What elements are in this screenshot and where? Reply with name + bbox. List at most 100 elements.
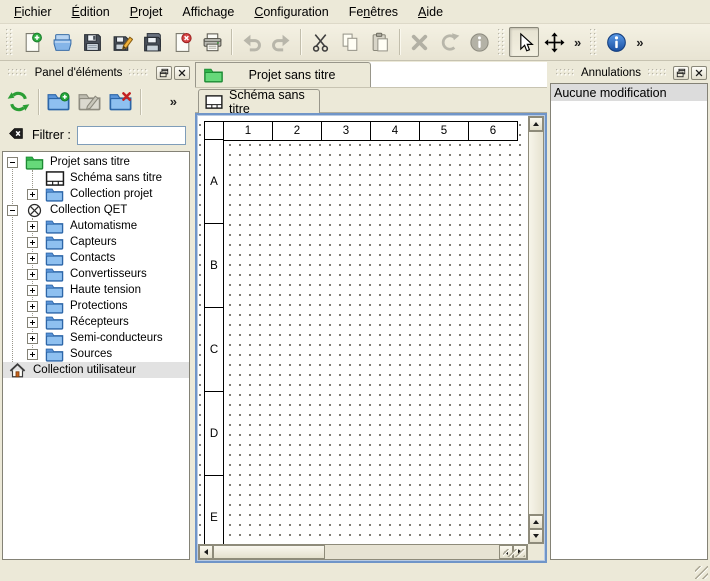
close-document-button[interactable] [167, 27, 197, 57]
menu-fenetres[interactable]: Fenêtres [339, 2, 408, 22]
about-qet-button[interactable] [601, 27, 631, 57]
scroll-left-button[interactable] [199, 545, 213, 559]
tree-item-collection-qet[interactable]: Collection QET [3, 202, 189, 218]
scroll-up-button[interactable] [529, 117, 543, 131]
tree-item-contacts[interactable]: Contacts [3, 250, 189, 266]
elements-panel-title: Panel d'éléments [33, 67, 125, 79]
move-mode-button[interactable] [539, 27, 569, 57]
save-all-button[interactable] [137, 27, 167, 57]
tree-item-protections[interactable]: Protections [3, 298, 189, 314]
rotate-button[interactable] [434, 27, 464, 57]
tab-schema[interactable]: Schéma sans titre [198, 89, 320, 113]
print-button[interactable] [197, 27, 227, 57]
save-button[interactable] [77, 27, 107, 57]
filter-input[interactable] [77, 126, 186, 145]
tree-expander-minus[interactable] [7, 205, 18, 216]
blue-folder-icon [44, 331, 65, 346]
toolbar-overflow-button[interactable]: » [165, 94, 182, 109]
horizontal-scroll-trough[interactable] [325, 545, 499, 559]
vertical-scrollbar[interactable] [528, 116, 544, 544]
undo-button[interactable] [236, 27, 266, 57]
tree-expander-plus[interactable] [27, 237, 38, 248]
diagram-canvas[interactable]: 123456 ABCDE [198, 116, 528, 544]
delete-button[interactable] [404, 27, 434, 57]
titlebar-texture [129, 69, 149, 77]
tree-item-collection-utilisateur[interactable]: Collection utilisateur [3, 362, 189, 378]
tree-item-projet-sans-titre[interactable]: Projet sans titre [3, 154, 189, 170]
toolbar-handle[interactable] [6, 29, 13, 55]
menu-edition[interactable]: Édition [62, 2, 120, 22]
vertical-scroll-thumb[interactable] [529, 131, 543, 515]
properties-button[interactable] [464, 27, 494, 57]
clear-filter-button[interactable] [7, 127, 26, 143]
float-undo-panel-button[interactable] [673, 66, 689, 80]
float-panel-button[interactable] [156, 66, 172, 80]
edit-category-button[interactable] [74, 86, 105, 117]
redo-button[interactable] [266, 27, 296, 57]
schema-tabbar: Schéma sans titre [195, 88, 547, 113]
tree-item-sources[interactable]: Sources [3, 346, 189, 362]
save-as-button[interactable] [107, 27, 137, 57]
open-button[interactable] [47, 27, 77, 57]
close-icon [177, 68, 187, 78]
toolbar-handle[interactable] [590, 29, 597, 55]
tree-item-collection-projet[interactable]: Collection projet [3, 186, 189, 202]
toolbar-handle[interactable] [498, 29, 505, 55]
tree-expander-plus[interactable] [27, 189, 38, 200]
tree-expander-plus[interactable] [27, 285, 38, 296]
select-mode-button[interactable] [509, 27, 539, 57]
cut-button[interactable] [305, 27, 335, 57]
new-category-button[interactable] [43, 86, 74, 117]
tree-item-label: Collection QET [50, 204, 127, 216]
tree-expander-plus[interactable] [27, 269, 38, 280]
tree-expander-plus[interactable] [27, 317, 38, 328]
new-document-button[interactable] [17, 27, 47, 57]
tab-project-label: Projet sans titre [224, 68, 370, 82]
scroll-down-button[interactable] [529, 529, 543, 543]
tree-expander-plus[interactable] [27, 253, 38, 264]
menu-affichage[interactable]: Affichage [172, 2, 244, 22]
pointer-icon [514, 32, 535, 53]
undo-history-item[interactable]: Aucune modification [551, 84, 707, 101]
scroll-up-button-2[interactable] [529, 515, 543, 529]
scrollbar-corner [528, 544, 544, 560]
tree-item-recepteurs[interactable]: Récepteurs [3, 314, 189, 330]
tree-item-label: Collection utilisateur [33, 364, 136, 376]
horizontal-scrollbar[interactable] [198, 544, 528, 560]
tree-expander-minus[interactable] [7, 157, 18, 168]
tree-expander-plus[interactable] [27, 333, 38, 344]
horizontal-scroll-thumb[interactable] [213, 545, 325, 559]
grid-row-d: D [204, 391, 224, 476]
tree-item-convertisseurs[interactable]: Convertisseurs [3, 266, 189, 282]
reload-collections-button[interactable] [3, 86, 34, 117]
open-icon [52, 32, 73, 53]
grid-column-1: 1 [223, 121, 273, 141]
resize-grip[interactable] [695, 566, 708, 579]
tree-expander-plus[interactable] [27, 349, 38, 360]
tree-item-semi-conducteurs[interactable]: Semi-conducteurs [3, 330, 189, 346]
diagram-view[interactable]: 123456 ABCDE [195, 113, 547, 563]
menu-aide[interactable]: Aide [408, 2, 453, 22]
menu-projet[interactable]: Projet [120, 2, 173, 22]
toolbar-overflow-button[interactable]: » [569, 35, 586, 50]
menu-fichier[interactable]: Fichier [4, 2, 62, 22]
copy-button[interactable] [335, 27, 365, 57]
tree-item-haute-tension[interactable]: Haute tension [3, 282, 189, 298]
tree-expander-plus[interactable] [27, 221, 38, 232]
paste-button[interactable] [365, 27, 395, 57]
tree-expander-plus[interactable] [27, 301, 38, 312]
tree-item-schema-sans-titre[interactable]: Schéma sans titre [3, 170, 189, 186]
info-blue-icon [606, 32, 627, 53]
menu-configuration[interactable]: Configuration [244, 2, 338, 22]
delete-category-button[interactable] [105, 86, 136, 117]
toolbar-separator [300, 29, 301, 55]
tree-item-label: Protections [70, 300, 128, 312]
toolbar-overflow-button[interactable]: » [631, 35, 648, 50]
tab-project[interactable]: Projet sans titre [195, 62, 371, 87]
tree-item-automatisme[interactable]: Automatisme [3, 218, 189, 234]
tree-item-label: Collection projet [70, 188, 152, 200]
tree-item-capteurs[interactable]: Capteurs [3, 234, 189, 250]
close-undo-panel-button[interactable] [691, 66, 707, 80]
redo-icon [271, 32, 292, 53]
close-panel-button[interactable] [174, 66, 190, 80]
